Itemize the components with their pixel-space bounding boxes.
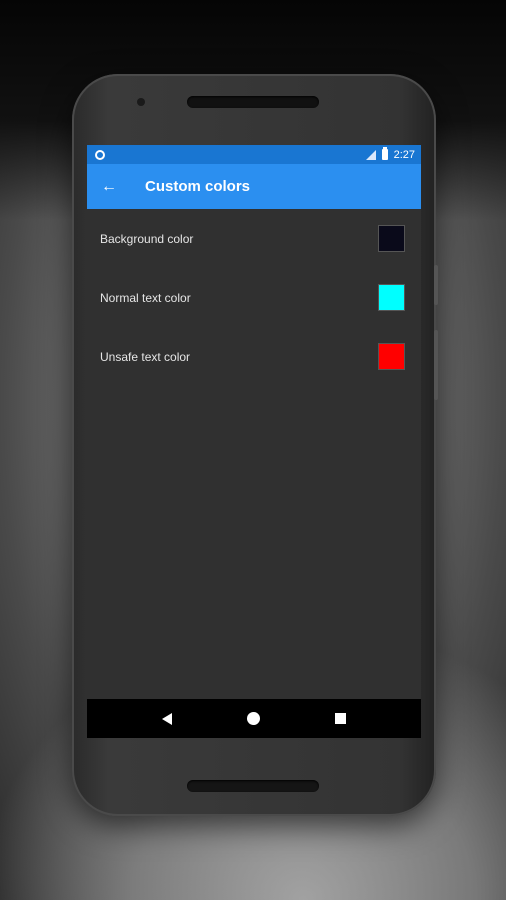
status-bar: 2:27 [87, 145, 421, 164]
page-title: Custom colors [145, 178, 251, 195]
nav-recent-apps-icon[interactable] [334, 713, 346, 724]
front-camera [137, 98, 145, 106]
arrow-back-icon[interactable]: ← [101, 178, 121, 195]
setting-label: Background color [100, 231, 194, 246]
app-bar: ← Custom colors [87, 164, 421, 209]
signal-icon [365, 149, 376, 160]
bottom-speaker [187, 780, 319, 792]
phone-volume-button [434, 330, 438, 400]
setting-label: Normal text color [100, 290, 191, 305]
settings-list: Background color Normal text color Unsaf… [87, 209, 421, 386]
notification-ring-icon [95, 149, 105, 160]
nav-back-icon[interactable] [162, 712, 173, 725]
nav-home-icon[interactable] [246, 712, 260, 725]
navigation-bar [87, 699, 421, 738]
phone-screen: 2:27 ← Custom colors Background color No… [87, 145, 421, 738]
battery-icon [381, 147, 388, 160]
color-swatch[interactable] [378, 225, 405, 252]
top-speaker [187, 96, 319, 108]
phone-side-button [434, 265, 438, 305]
status-time: 2:27 [393, 148, 415, 161]
setting-unsafe-text-color[interactable]: Unsafe text color [87, 327, 421, 386]
color-swatch[interactable] [378, 284, 405, 311]
setting-background-color[interactable]: Background color [87, 209, 421, 268]
color-swatch[interactable] [378, 343, 405, 370]
setting-label: Unsafe text color [100, 349, 191, 364]
setting-normal-text-color[interactable]: Normal text color [87, 268, 421, 327]
